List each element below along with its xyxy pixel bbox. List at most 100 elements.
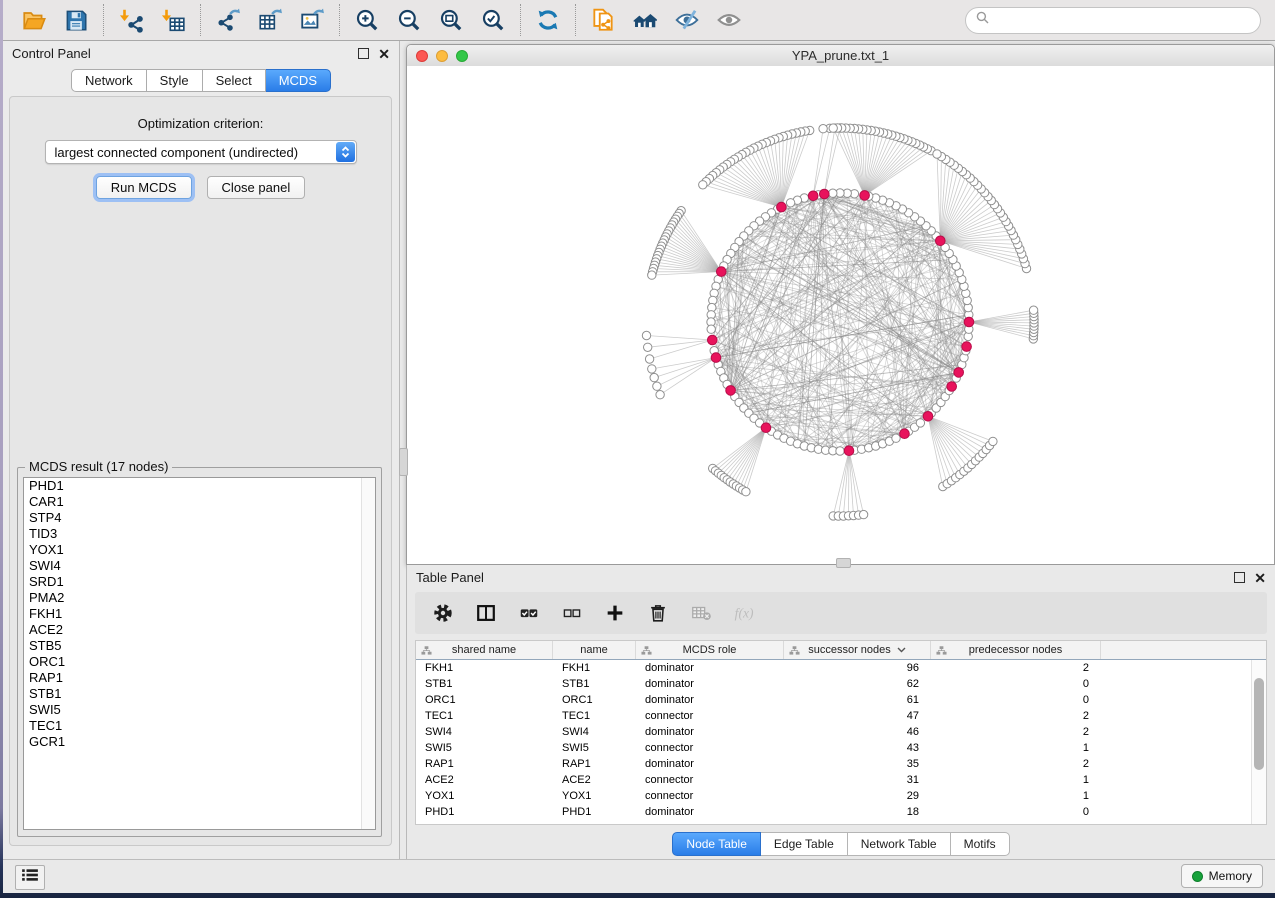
search-box[interactable] (965, 7, 1261, 34)
mcds-node[interactable] (711, 353, 721, 363)
delete-button[interactable] (645, 600, 671, 626)
network-node[interactable] (989, 437, 997, 445)
network-node[interactable] (786, 199, 794, 207)
mcds-result-item[interactable]: STB1 (24, 686, 375, 702)
mcds-result-item[interactable]: TEC1 (24, 718, 375, 734)
mcds-node[interactable] (947, 382, 957, 392)
horizontal-splitter-handle[interactable] (836, 558, 851, 568)
table-row[interactable]: YOX1YOX1connector291 (416, 788, 1266, 804)
mcds-list-scrollbar[interactable] (361, 478, 375, 829)
mcds-node[interactable] (726, 386, 736, 396)
network-node[interactable] (933, 150, 941, 158)
column-header-predecessor-nodes[interactable]: predecessor nodes (931, 641, 1101, 659)
open-session-button[interactable] (19, 5, 49, 35)
deselect-all-button[interactable] (559, 600, 585, 626)
network-canvas[interactable] (407, 66, 1274, 564)
mcds-result-item[interactable]: STB5 (24, 638, 375, 654)
show-details-button[interactable] (714, 5, 744, 35)
mcds-result-item[interactable]: TID3 (24, 526, 375, 542)
table-scrollbar[interactable] (1251, 660, 1266, 824)
network-node[interactable] (916, 419, 924, 427)
save-session-button[interactable] (61, 5, 91, 35)
mcds-result-item[interactable]: YOX1 (24, 542, 375, 558)
float-table-panel-icon[interactable] (1234, 572, 1245, 583)
add-button[interactable] (602, 600, 628, 626)
delete-table-button[interactable] (688, 600, 714, 626)
mcds-result-list[interactable]: PHD1CAR1STP4TID3YOX1SWI4SRD1PMA2FKH1ACE2… (23, 477, 376, 830)
network-node[interactable] (644, 343, 652, 351)
network-node[interactable] (699, 181, 707, 189)
import-network-button[interactable] (116, 5, 146, 35)
column-header-shared-name[interactable]: shared name (416, 641, 553, 659)
mcds-result-item[interactable]: STP4 (24, 510, 375, 526)
network-node[interactable] (653, 382, 661, 390)
tab-motifs[interactable]: Motifs (951, 832, 1010, 856)
network-node[interactable] (642, 331, 650, 339)
network-node[interactable] (650, 373, 658, 381)
mcds-result-item[interactable]: RAP1 (24, 670, 375, 686)
mcds-node[interactable] (820, 189, 830, 199)
select-all-button[interactable] (516, 600, 542, 626)
function-builder-button[interactable]: f(x) (731, 600, 757, 626)
hide-details-button[interactable] (672, 5, 702, 35)
tab-select[interactable]: Select (203, 69, 266, 92)
mcds-node[interactable] (717, 267, 727, 277)
search-input[interactable] (995, 12, 1250, 29)
mcds-result-item[interactable]: PMA2 (24, 590, 375, 606)
first-neighbors-button[interactable] (630, 5, 660, 35)
mcds-node[interactable] (900, 429, 910, 439)
maximize-window-icon[interactable] (456, 50, 468, 62)
mcds-result-item[interactable]: CAR1 (24, 494, 375, 510)
mcds-result-item[interactable]: FKH1 (24, 606, 375, 622)
tab-edge-table[interactable]: Edge Table (761, 832, 848, 856)
mcds-node[interactable] (844, 446, 854, 456)
optimization-criterion-select[interactable]: largest connected component (undirected) (45, 140, 357, 164)
network-node[interactable] (648, 271, 656, 279)
mcds-result-item[interactable]: ORC1 (24, 654, 375, 670)
table-scrollbar-thumb[interactable] (1254, 678, 1264, 770)
network-node[interactable] (859, 510, 867, 518)
table-row[interactable]: TEC1TEC1connector472 (416, 708, 1266, 724)
table-settings-button[interactable] (430, 600, 456, 626)
table-row[interactable]: STB1STB1dominator620 (416, 676, 1266, 692)
mcds-result-item[interactable]: SWI5 (24, 702, 375, 718)
zoom-in-button[interactable] (352, 5, 382, 35)
panel-toggle-button[interactable] (15, 865, 45, 890)
mcds-node[interactable] (954, 368, 964, 378)
refresh-button[interactable] (533, 5, 563, 35)
mcds-result-item[interactable]: SWI4 (24, 558, 375, 574)
export-network-button[interactable] (213, 5, 243, 35)
show-columns-button[interactable] (473, 600, 499, 626)
table-row[interactable]: SWI5SWI5connector431 (416, 740, 1266, 756)
mcds-result-item[interactable]: GCR1 (24, 734, 375, 750)
mcds-node[interactable] (708, 335, 718, 345)
tab-style[interactable]: Style (147, 69, 203, 92)
tab-node-table[interactable]: Node Table (672, 832, 761, 856)
network-node[interactable] (707, 325, 715, 333)
tab-network-table[interactable]: Network Table (848, 832, 951, 856)
mcds-node[interactable] (962, 342, 972, 352)
close-table-panel-icon[interactable]: ✕ (1254, 573, 1266, 583)
table-row[interactable]: ORC1ORC1dominator610 (416, 692, 1266, 708)
tab-network[interactable]: Network (71, 69, 147, 92)
network-node[interactable] (836, 447, 844, 455)
mcds-node[interactable] (923, 412, 933, 422)
export-table-button[interactable] (255, 5, 285, 35)
column-header-MCDS-role[interactable]: MCDS role (636, 641, 784, 659)
network-node[interactable] (656, 391, 664, 399)
column-header-name[interactable]: name (553, 641, 636, 659)
mcds-result-item[interactable]: SRD1 (24, 574, 375, 590)
export-image-button[interactable] (297, 5, 327, 35)
network-node[interactable] (1029, 306, 1037, 314)
network-node[interactable] (645, 355, 653, 363)
table-row[interactable]: RAP1RAP1dominator352 (416, 756, 1266, 772)
memory-button[interactable]: Memory (1181, 864, 1263, 888)
network-node[interactable] (648, 365, 656, 373)
minimize-window-icon[interactable] (436, 50, 448, 62)
mcds-node[interactable] (761, 423, 771, 433)
table-row[interactable]: ACE2ACE2connector311 (416, 772, 1266, 788)
network-node[interactable] (892, 434, 900, 442)
mcds-result-item[interactable]: ACE2 (24, 622, 375, 638)
zoom-out-button[interactable] (394, 5, 424, 35)
vertical-splitter-handle[interactable] (399, 448, 408, 476)
